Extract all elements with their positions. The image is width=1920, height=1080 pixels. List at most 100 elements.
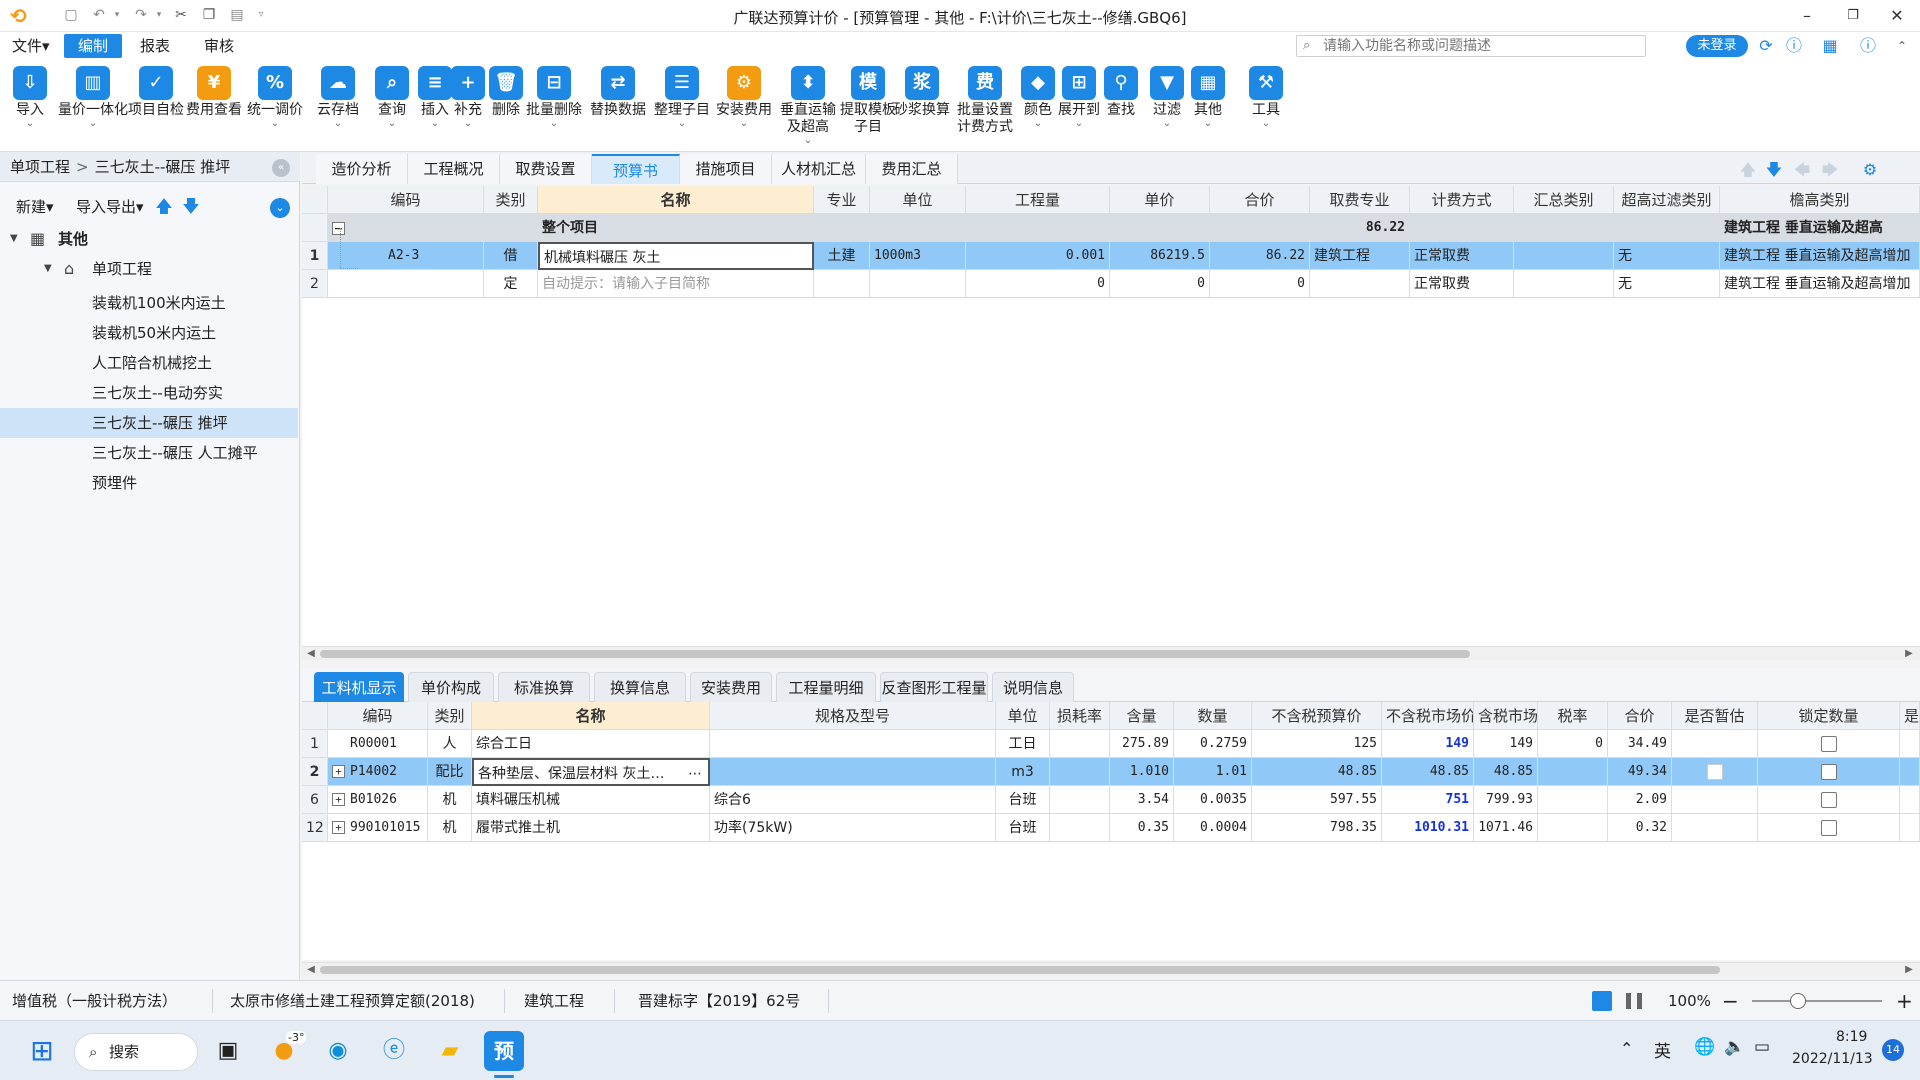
redo-icon[interactable]: ↷ bbox=[132, 6, 150, 24]
cell-market[interactable]: 751 bbox=[1382, 786, 1474, 814]
column-header-10[interactable]: 含税市场价 bbox=[1474, 702, 1538, 730]
ribbon-batch-delete-button[interactable]: ⊟ 批量删除 ⌄ bbox=[522, 62, 586, 148]
info-icon[interactable]: ⓘ bbox=[1856, 36, 1880, 56]
ime-indicator[interactable]: 英 bbox=[1654, 1037, 1671, 1062]
tree-item[interactable]: ▼ ⌂ 单项工程 bbox=[0, 254, 298, 284]
detail-tab-7[interactable]: 说明信息 bbox=[992, 672, 1074, 702]
cell-name[interactable]: 自动提示：请输入子目简称 bbox=[538, 270, 814, 298]
scroll-right-icon[interactable]: ▶ bbox=[1902, 647, 1916, 661]
column-header-4[interactable]: 单位 bbox=[996, 702, 1050, 730]
column-header-1[interactable]: 类别 bbox=[428, 702, 472, 730]
minimize-button[interactable]: – bbox=[1784, 0, 1830, 32]
tab-4[interactable]: 措施项目 bbox=[680, 154, 772, 184]
cell-name[interactable]: 各种垫层、保温层材料 灰土… ⋯ bbox=[472, 758, 710, 786]
tree-expand-icon[interactable]: ▼ bbox=[44, 254, 52, 284]
resource-grid-hscrollbar[interactable]: ◀ ▶ bbox=[302, 962, 1920, 976]
lock-quantity-checkbox[interactable] bbox=[1820, 764, 1837, 780]
column-header-0[interactable]: 编码 bbox=[328, 702, 428, 730]
tree-expand-icon[interactable]: ▼ bbox=[10, 224, 18, 254]
menu-report[interactable]: 报表 bbox=[132, 34, 178, 58]
ribbon-fee-view-button[interactable]: ¥ 费用查看 bbox=[184, 62, 244, 148]
column-header-4[interactable]: 单位 bbox=[870, 186, 966, 214]
column-header-7[interactable]: 数量 bbox=[1174, 702, 1252, 730]
detail-tab-1[interactable]: 单价构成 bbox=[408, 672, 494, 702]
column-header-6[interactable]: 含量 bbox=[1110, 702, 1174, 730]
tree-item[interactable]: 三七灰土--电动夯实 bbox=[0, 378, 298, 408]
redo-dropdown-icon[interactable]: ▾ bbox=[150, 6, 168, 24]
move-up-icon[interactable]: 🡅 bbox=[155, 196, 173, 218]
column-header-3[interactable]: 规格及型号 bbox=[710, 702, 996, 730]
group-row-whole-project[interactable]: − 整个项目 86.22 建筑工程 垂直运输及超高 bbox=[302, 214, 1920, 242]
tree-item[interactable]: 预埋件 bbox=[0, 468, 298, 498]
zoom-slider[interactable] bbox=[1752, 1000, 1882, 1002]
lock-quantity-checkbox[interactable] bbox=[1820, 820, 1837, 836]
ribbon-import-button[interactable]: ⇩ 导入 ⌄ bbox=[6, 62, 54, 148]
budget-app-icon[interactable]: 预 bbox=[484, 1031, 524, 1071]
scroll-left-icon[interactable]: ◀ bbox=[304, 647, 318, 661]
clock-time[interactable]: 8:19 bbox=[1836, 1029, 1867, 1045]
scroll-left-icon[interactable]: ◀ bbox=[304, 963, 318, 977]
paste-icon[interactable]: ▤ bbox=[228, 6, 246, 24]
column-header-9[interactable]: 计费方式 bbox=[1410, 186, 1514, 214]
collapse-ribbon-icon[interactable]: ⌃ bbox=[1890, 36, 1914, 56]
ribbon-batch-fee-button[interactable]: 费批量设置 计费方式 bbox=[948, 62, 1022, 148]
more-options-icon[interactable]: ⋯ bbox=[688, 760, 702, 784]
undo-icon[interactable]: ↶ bbox=[90, 6, 108, 24]
ribbon-adjust-price-button[interactable]: % 统一调价 ⌄ bbox=[240, 62, 310, 148]
menu-file[interactable]: 文件▾ bbox=[4, 34, 58, 58]
ie-browser-icon[interactable]: ⓔ bbox=[374, 1031, 414, 1071]
column-header-9[interactable]: 不含税市场价 bbox=[1382, 702, 1474, 730]
scroll-right-icon[interactable]: ▶ bbox=[1902, 963, 1916, 977]
detail-tab-4[interactable]: 安装费用 bbox=[690, 672, 772, 702]
cell-market[interactable]: 1010.31 bbox=[1382, 814, 1474, 842]
budget-grid-hscrollbar[interactable]: ◀ ▶ bbox=[302, 646, 1920, 660]
detail-tab-2[interactable]: 标准换算 bbox=[498, 672, 590, 702]
detail-tab-5[interactable]: 工程量明细 bbox=[776, 672, 876, 702]
apps-grid-icon[interactable]: ▦ bbox=[1818, 36, 1842, 56]
quick-access-dropdown-icon[interactable]: ▿ bbox=[252, 6, 270, 24]
arrow-left-icon[interactable]: 🡄 bbox=[1792, 160, 1812, 180]
resource-row[interactable]: 1 R00001 人综合工日 工日 275.89 0.2759 125 149 149 0 34.4… bbox=[302, 730, 1920, 758]
lock-quantity-checkbox[interactable] bbox=[1820, 736, 1837, 752]
tree-item[interactable]: 装载机100米内运土 bbox=[0, 288, 298, 318]
cell-name[interactable]: 履带式推土机 bbox=[472, 814, 710, 842]
collapse-panel-icon[interactable]: « bbox=[272, 159, 290, 177]
ribbon-install-fee-button[interactable]: ⚙ 安装费用 ⌄ bbox=[712, 62, 776, 148]
ribbon-quantity-price-button[interactable]: ▥ 量价一体化 ⌄ bbox=[48, 62, 138, 148]
ribbon-other-button[interactable]: ▦ 其他 ⌄ bbox=[1186, 62, 1230, 148]
help-icon[interactable]: ⓘ bbox=[1782, 36, 1806, 56]
zoom-slider-handle[interactable] bbox=[1790, 993, 1806, 1009]
tree-item[interactable]: 三七灰土--碾压 人工摊平 bbox=[0, 438, 298, 468]
menu-edit[interactable]: 编制 bbox=[64, 34, 122, 58]
detail-tab-6[interactable]: 反查图形工程量 bbox=[880, 672, 988, 702]
expand-icon[interactable]: + bbox=[332, 793, 345, 806]
clock-date[interactable]: 2022/11/13 bbox=[1792, 1051, 1873, 1067]
column-header-14[interactable]: 锁定数量 bbox=[1758, 702, 1900, 730]
collapse-icon[interactable]: − bbox=[332, 221, 345, 235]
tree-item[interactable]: 人工陪合机械挖土 bbox=[0, 348, 298, 378]
cut-icon[interactable]: ✂ bbox=[172, 6, 190, 24]
task-view-icon[interactable]: ▣ bbox=[208, 1031, 248, 1071]
tab-6[interactable]: 费用汇总 bbox=[866, 154, 958, 184]
breadcrumb-item-project[interactable]: 单项工程 bbox=[10, 158, 70, 176]
taskbar-search-button[interactable]: ⌕ 搜索 bbox=[74, 1033, 198, 1071]
column-header-11[interactable]: 超高过滤类别 bbox=[1614, 186, 1720, 214]
column-header-8[interactable]: 取费专业 bbox=[1310, 186, 1410, 214]
column-settings-icon[interactable]: ⚙ bbox=[1860, 160, 1880, 180]
tab-0[interactable]: 造价分析 bbox=[316, 154, 408, 184]
volume-icon[interactable]: 🔈 bbox=[1724, 1037, 1745, 1057]
column-header-7[interactable]: 合价 bbox=[1210, 186, 1310, 214]
estimate-checkbox[interactable] bbox=[1706, 764, 1723, 780]
tray-overflow-icon[interactable]: ⌃ bbox=[1620, 1039, 1633, 1058]
login-button[interactable]: 未登录 bbox=[1686, 35, 1748, 57]
cell-name[interactable]: 机械填料碾压 灰土 bbox=[538, 242, 814, 270]
file-explorer-icon[interactable]: ▰ bbox=[430, 1031, 470, 1071]
tree-item[interactable]: 装载机50米内运土 bbox=[0, 318, 298, 348]
budget-row[interactable]: 1 A2-3 借机械填料碾压 灰土 土建 1000m3 0.001 86219.5 86.22… bbox=[302, 242, 1920, 270]
menu-review[interactable]: 审核 bbox=[196, 34, 242, 58]
tree-options-icon[interactable]: ⌄ bbox=[270, 198, 290, 218]
ribbon-self-check-button[interactable]: ✓ 项目自检 bbox=[126, 62, 186, 148]
expand-icon[interactable]: + bbox=[332, 821, 345, 834]
resource-row[interactable]: 6 + B01026 机填料碾压机械 综合6 台班 3.54 0.0035 597.55 751 7… bbox=[302, 786, 1920, 814]
column-header-12[interactable]: 合价 bbox=[1608, 702, 1672, 730]
